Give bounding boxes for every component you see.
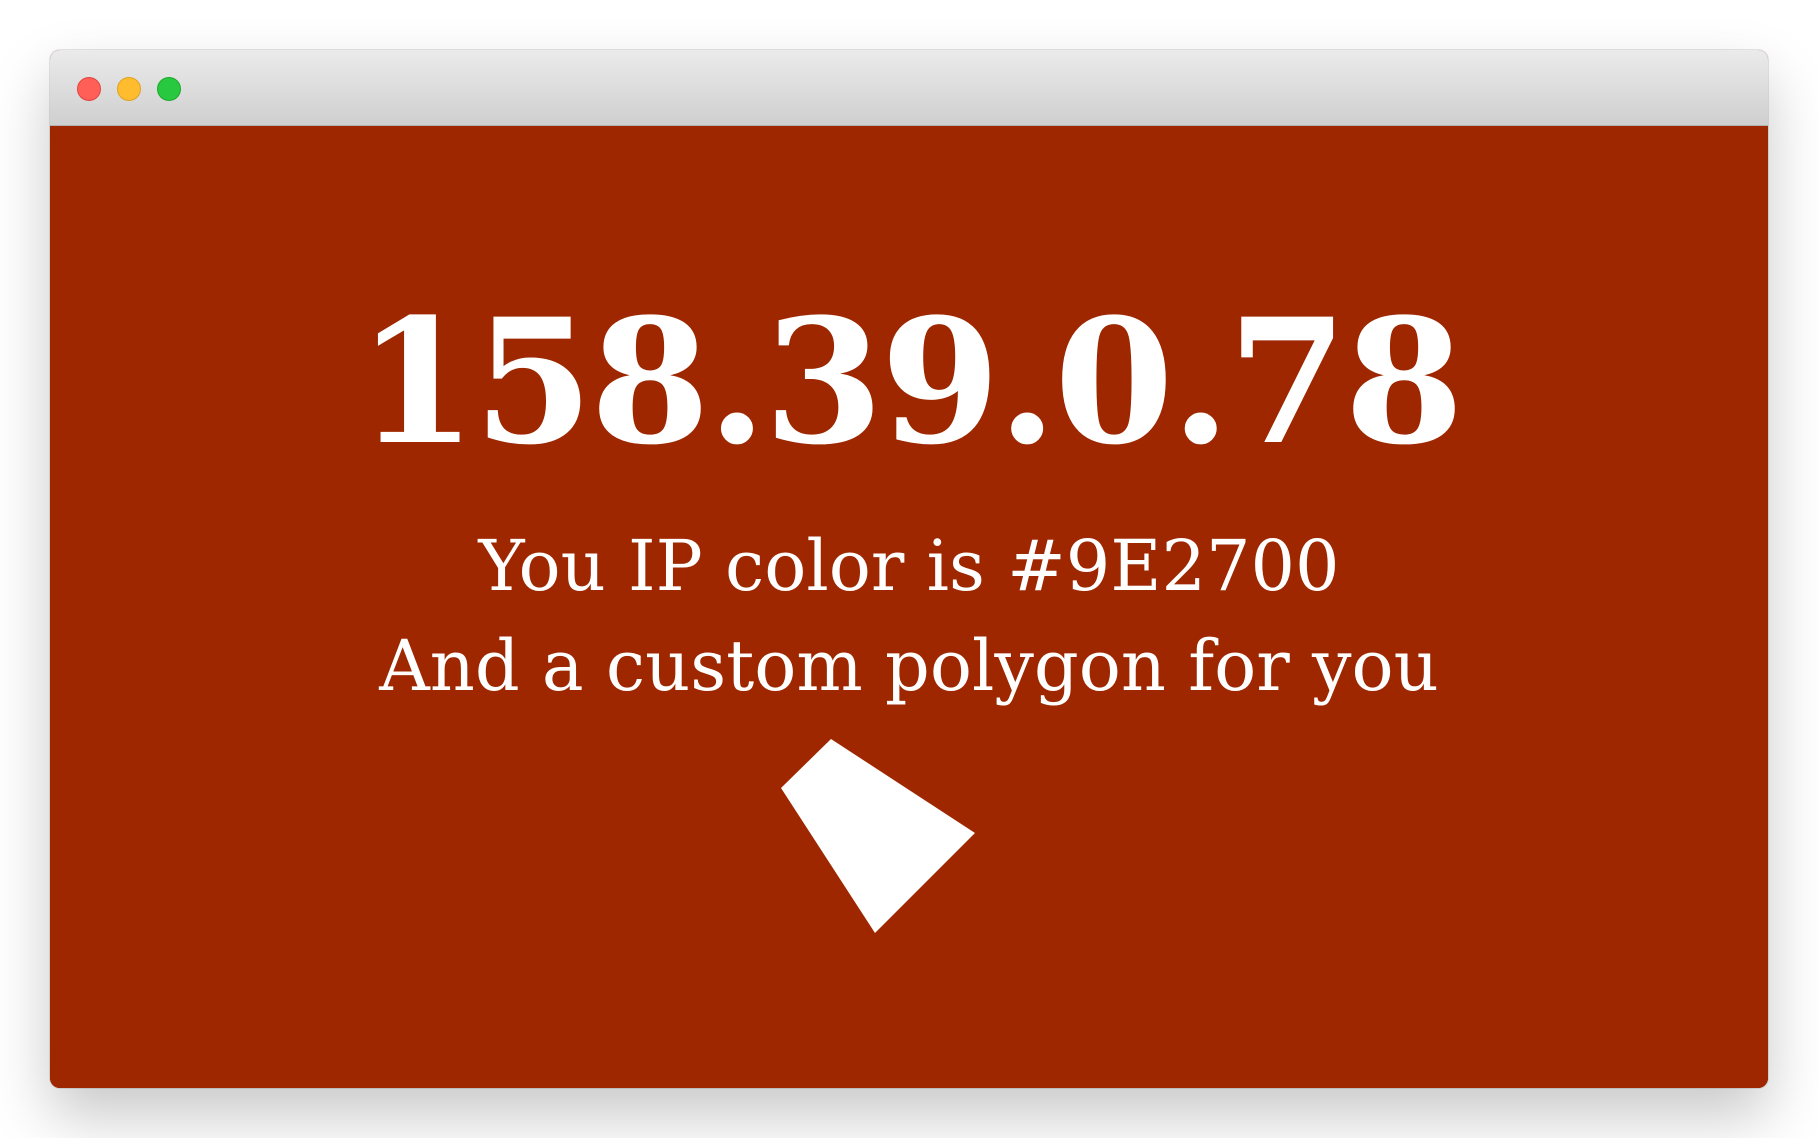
browser-window: 158.39.0.78 You IP color is #9E2700 And …	[50, 50, 1768, 1088]
minimize-window-button[interactable]	[117, 77, 141, 101]
custom-polygon-canvas	[781, 739, 975, 933]
page-content: 158.39.0.78 You IP color is #9E2700 And …	[50, 126, 1768, 1088]
custom-polygon-shape	[781, 739, 975, 933]
maximize-window-button[interactable]	[157, 77, 181, 101]
close-window-button[interactable]	[77, 77, 101, 101]
window-titlebar	[50, 50, 1768, 126]
